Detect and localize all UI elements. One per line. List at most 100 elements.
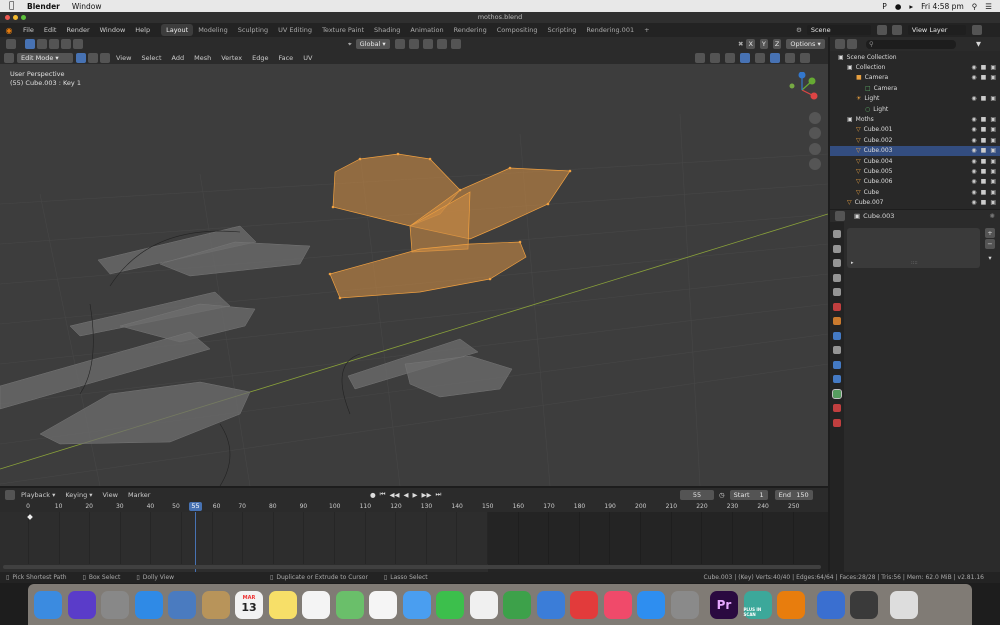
- tab-sculpting[interactable]: Sculpting: [233, 24, 273, 36]
- snap-target-icon[interactable]: [422, 39, 433, 49]
- menu-view[interactable]: View: [111, 54, 136, 62]
- viewport-display-icon[interactable]: ■: [981, 158, 987, 165]
- visibility-eye-icon[interactable]: ◉: [971, 95, 976, 102]
- tab-texture-paint[interactable]: Texture Paint: [317, 24, 369, 36]
- mode-new-icon[interactable]: [37, 39, 47, 49]
- menu-playback[interactable]: Playback ▾: [16, 491, 60, 499]
- pan-hand-icon[interactable]: [809, 127, 821, 139]
- add-workspace-button[interactable]: +: [639, 24, 654, 36]
- menu-help[interactable]: Help: [130, 26, 155, 34]
- play-icon[interactable]: ▶: [413, 491, 418, 499]
- tab-modeling[interactable]: Modeling: [193, 24, 233, 36]
- timeline-editor-icon[interactable]: [5, 489, 15, 500]
- globe-icon[interactable]: [816, 590, 845, 619]
- calendar-icon[interactable]: MAR 13: [235, 590, 263, 619]
- end-frame-field[interactable]: End 150: [774, 489, 813, 500]
- status-icon[interactable]: P: [882, 2, 887, 11]
- visibility-eye-icon[interactable]: ◉: [971, 74, 976, 81]
- filter-icon[interactable]: ▼: [976, 40, 981, 48]
- siri-icon[interactable]: [67, 590, 96, 619]
- outliner-item[interactable]: ☀ Light ◉ ■ ▣: [830, 94, 1000, 104]
- jump-end-icon[interactable]: ⏭: [436, 490, 442, 499]
- menu-file[interactable]: File: [18, 26, 39, 34]
- keynote-icon[interactable]: [536, 590, 565, 619]
- menu-select[interactable]: Select: [136, 54, 166, 62]
- object-tab-icon[interactable]: [833, 317, 841, 325]
- tab-animation[interactable]: Animation: [405, 24, 448, 36]
- tab-rendering[interactable]: Rendering: [449, 24, 492, 36]
- scene-tab-icon[interactable]: [833, 288, 841, 296]
- vertex-select-icon[interactable]: [76, 52, 86, 63]
- viewport-display-icon[interactable]: ■: [981, 126, 987, 133]
- tab-shading[interactable]: Shading: [369, 24, 405, 36]
- outliner-item[interactable]: ○ Light: [830, 104, 1000, 114]
- outliner-item[interactable]: ▽ Cube.004 ◉ ■ ▣: [830, 156, 1000, 166]
- solid-shading-icon[interactable]: [770, 52, 780, 63]
- visibility-eye-icon[interactable]: ◉: [971, 64, 976, 71]
- tab-compositing[interactable]: Compositing: [492, 24, 543, 36]
- properties-editor-icon[interactable]: [835, 211, 845, 221]
- menu-keying[interactable]: Keying ▾: [60, 491, 97, 499]
- menu-add[interactable]: Add: [167, 54, 190, 62]
- tab-uv-editing[interactable]: UV Editing: [273, 24, 317, 36]
- viewport-display-icon[interactable]: ■: [981, 199, 987, 206]
- material-tab-icon[interactable]: [833, 404, 841, 412]
- tool-tab-icon[interactable]: [833, 230, 841, 238]
- tab-layout[interactable]: Layout: [161, 24, 194, 36]
- shape-key-menu-icon[interactable]: ▾: [985, 253, 995, 263]
- viewport-display-icon[interactable]: ■: [981, 178, 987, 185]
- options-dropdown[interactable]: Options ▾: [786, 39, 825, 49]
- outliner-item[interactable]: ▣ Collection ◉ ■ ▣: [830, 62, 1000, 72]
- visibility-icon[interactable]: [695, 52, 705, 63]
- messages-icon[interactable]: [402, 590, 431, 619]
- expand-icon[interactable]: ▸: [851, 260, 854, 266]
- view-layer-tab-icon[interactable]: [833, 273, 841, 282]
- menu-vertex[interactable]: Vertex: [216, 54, 247, 62]
- render-camera-icon[interactable]: ▣: [990, 158, 996, 165]
- pin-icon[interactable]: ✺: [990, 212, 995, 220]
- wifi-icon[interactable]: ●: [895, 2, 902, 11]
- render-camera-icon[interactable]: ▣: [990, 95, 996, 102]
- viewport-display-icon[interactable]: ■: [981, 189, 987, 196]
- physics-tab-icon[interactable]: [833, 360, 841, 369]
- apple-icon[interactable]: : [9, 1, 21, 11]
- jump-keyframe-back-icon[interactable]: ◀◀: [390, 491, 400, 499]
- music-icon[interactable]: [603, 590, 632, 619]
- menu-edge[interactable]: Edge: [247, 54, 273, 62]
- material-shading-icon[interactable]: [785, 52, 795, 63]
- safari-icon[interactable]: [134, 590, 163, 619]
- menu-mesh[interactable]: Mesh: [189, 54, 216, 62]
- outliner-item[interactable]: ▽ Cube.006 ◉ ■ ▣: [830, 177, 1000, 187]
- navigation-gizmo[interactable]: [784, 71, 820, 108]
- texture-tab-icon[interactable]: [833, 418, 841, 427]
- finder-icon[interactable]: [34, 590, 62, 619]
- visibility-eye-icon[interactable]: ◉: [971, 199, 976, 206]
- news-icon[interactable]: [469, 590, 498, 619]
- premiere-icon[interactable]: Pr: [710, 590, 738, 619]
- properties-object-field[interactable]: ▣ Cube.003: [854, 212, 894, 220]
- transform-orientation-dropdown[interactable]: Global ▾: [355, 39, 390, 49]
- new-scene-button[interactable]: [876, 25, 887, 35]
- render-camera-icon[interactable]: ▣: [990, 189, 996, 196]
- menu-render[interactable]: Render: [61, 26, 94, 34]
- viewport-display-icon[interactable]: ■: [981, 95, 987, 102]
- close-window-button[interactable]: [5, 15, 10, 20]
- outliner-item[interactable]: □ Camera: [830, 83, 1000, 93]
- system-preferences-icon[interactable]: [670, 590, 699, 619]
- menu-timeline-view[interactable]: View: [98, 491, 123, 499]
- blender-icon[interactable]: [777, 590, 805, 619]
- render-camera-icon[interactable]: ▣: [990, 168, 996, 175]
- outliner-scene-collection[interactable]: ▣ Scene Collection: [830, 52, 1000, 62]
- visibility-eye-icon[interactable]: ◉: [971, 168, 976, 175]
- list-resize-handle[interactable]: ::::: [911, 260, 918, 266]
- outliner-search-input[interactable]: ⚲: [866, 39, 956, 49]
- menu-edit[interactable]: Edit: [39, 26, 62, 34]
- output-tab-icon[interactable]: [833, 259, 841, 267]
- jump-start-icon[interactable]: ⏮: [380, 490, 386, 499]
- mode-extend-icon[interactable]: [49, 39, 59, 49]
- visibility-eye-icon[interactable]: ◉: [971, 189, 976, 196]
- snap-icon[interactable]: [408, 39, 419, 49]
- visibility-eye-icon[interactable]: ◉: [971, 116, 976, 123]
- wireframe-shading-icon[interactable]: [755, 52, 765, 63]
- 3d-viewport[interactable]: User Perspective (55) Cube.003 : Key 1: [0, 64, 828, 486]
